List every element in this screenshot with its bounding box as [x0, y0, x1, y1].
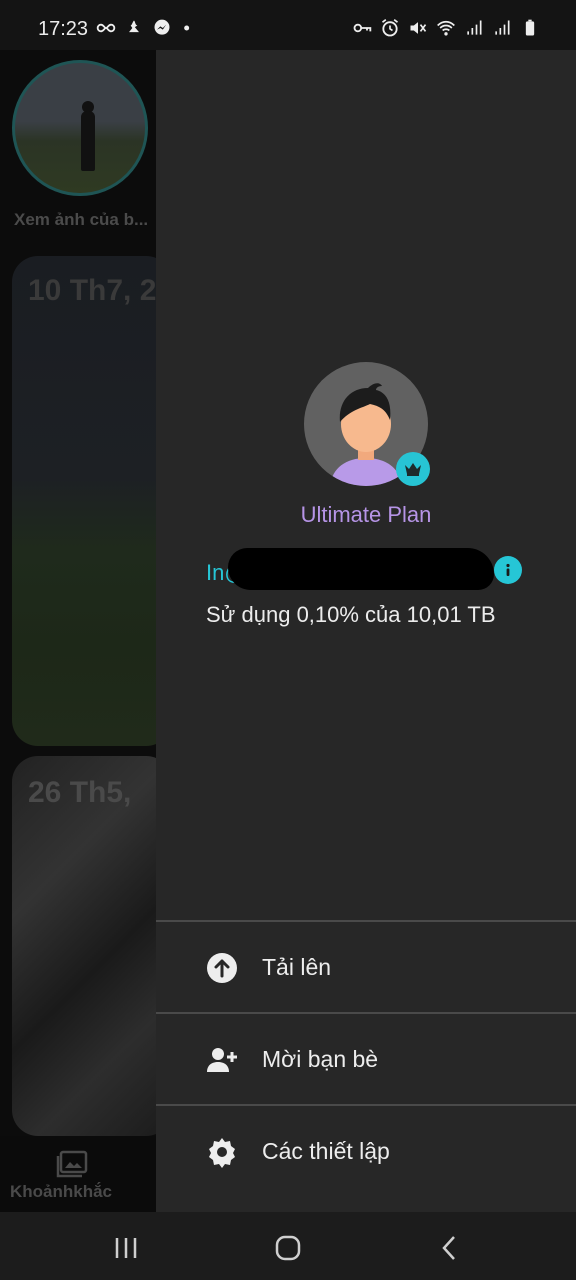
storage-usage: Sử dụng 0,10% của 10,01 TB	[206, 602, 496, 627]
memory-card[interactable]: 26 Th5,	[12, 756, 156, 1136]
menu-item-upload[interactable]: Tải lên	[156, 922, 576, 1012]
infinity-icon	[96, 23, 116, 33]
system-nav-bar	[0, 1212, 576, 1280]
gallery-icon	[56, 1150, 88, 1178]
plan-badge	[396, 452, 430, 486]
key-icon	[353, 23, 372, 33]
bottom-nav-moments[interactable]: Khoảnhkhắc	[0, 1136, 156, 1212]
menu-item-label: Tải lên	[262, 954, 332, 980]
menu-item-settings[interactable]: Các thiết lập	[156, 1106, 576, 1196]
view-photos-caption: Xem ảnh của b...	[14, 210, 149, 229]
battery-icon	[525, 19, 535, 36]
messenger-icon	[154, 19, 170, 35]
mute-icon	[410, 22, 427, 34]
recent-apps-icon[interactable]	[112, 1234, 140, 1262]
info-icon[interactable]	[494, 556, 522, 584]
gear-icon	[209, 1138, 235, 1168]
bottom-nav-label: Khoảnhkhắc	[10, 1182, 113, 1201]
signal-icon	[495, 20, 510, 35]
plan-name: Ultimate Plan	[300, 502, 432, 527]
wifi-icon	[437, 20, 455, 36]
back-icon[interactable]	[436, 1234, 464, 1262]
add-person-icon	[207, 1048, 237, 1072]
status-time: 17:23	[38, 18, 89, 40]
menu-item-invite-friends[interactable]: Mời bạn bè	[156, 1014, 576, 1104]
account-email: In@r	[206, 548, 526, 590]
email-start: In	[206, 560, 225, 585]
background-app[interactable]: Xem ảnh của b... 10 Th7, 2 26 Th5, Khoản…	[0, 50, 156, 1212]
menu-item-label: Các thiết lập	[262, 1138, 390, 1164]
notification-icon	[129, 20, 139, 33]
memory-card-date: 26 Th5,	[28, 776, 132, 809]
dot-icon	[184, 25, 190, 31]
memory-card-date: 10 Th7, 2	[28, 274, 156, 307]
alarm-icon	[382, 19, 398, 37]
profile-photo-thumbnail	[12, 60, 148, 196]
memory-card[interactable]: 10 Th7, 2	[12, 256, 156, 746]
signal-icon	[467, 20, 482, 35]
menu-item-label: Mời bạn bè	[262, 1046, 379, 1072]
email-redaction	[228, 548, 494, 590]
navigation-drawer: Ultimate Plan In@r Sử dụng 0,10% của 10,…	[156, 50, 576, 1212]
crown-icon	[405, 463, 421, 476]
status-bar: 17:23	[0, 0, 576, 50]
home-icon[interactable]	[274, 1234, 302, 1262]
upload-icon	[207, 953, 237, 983]
